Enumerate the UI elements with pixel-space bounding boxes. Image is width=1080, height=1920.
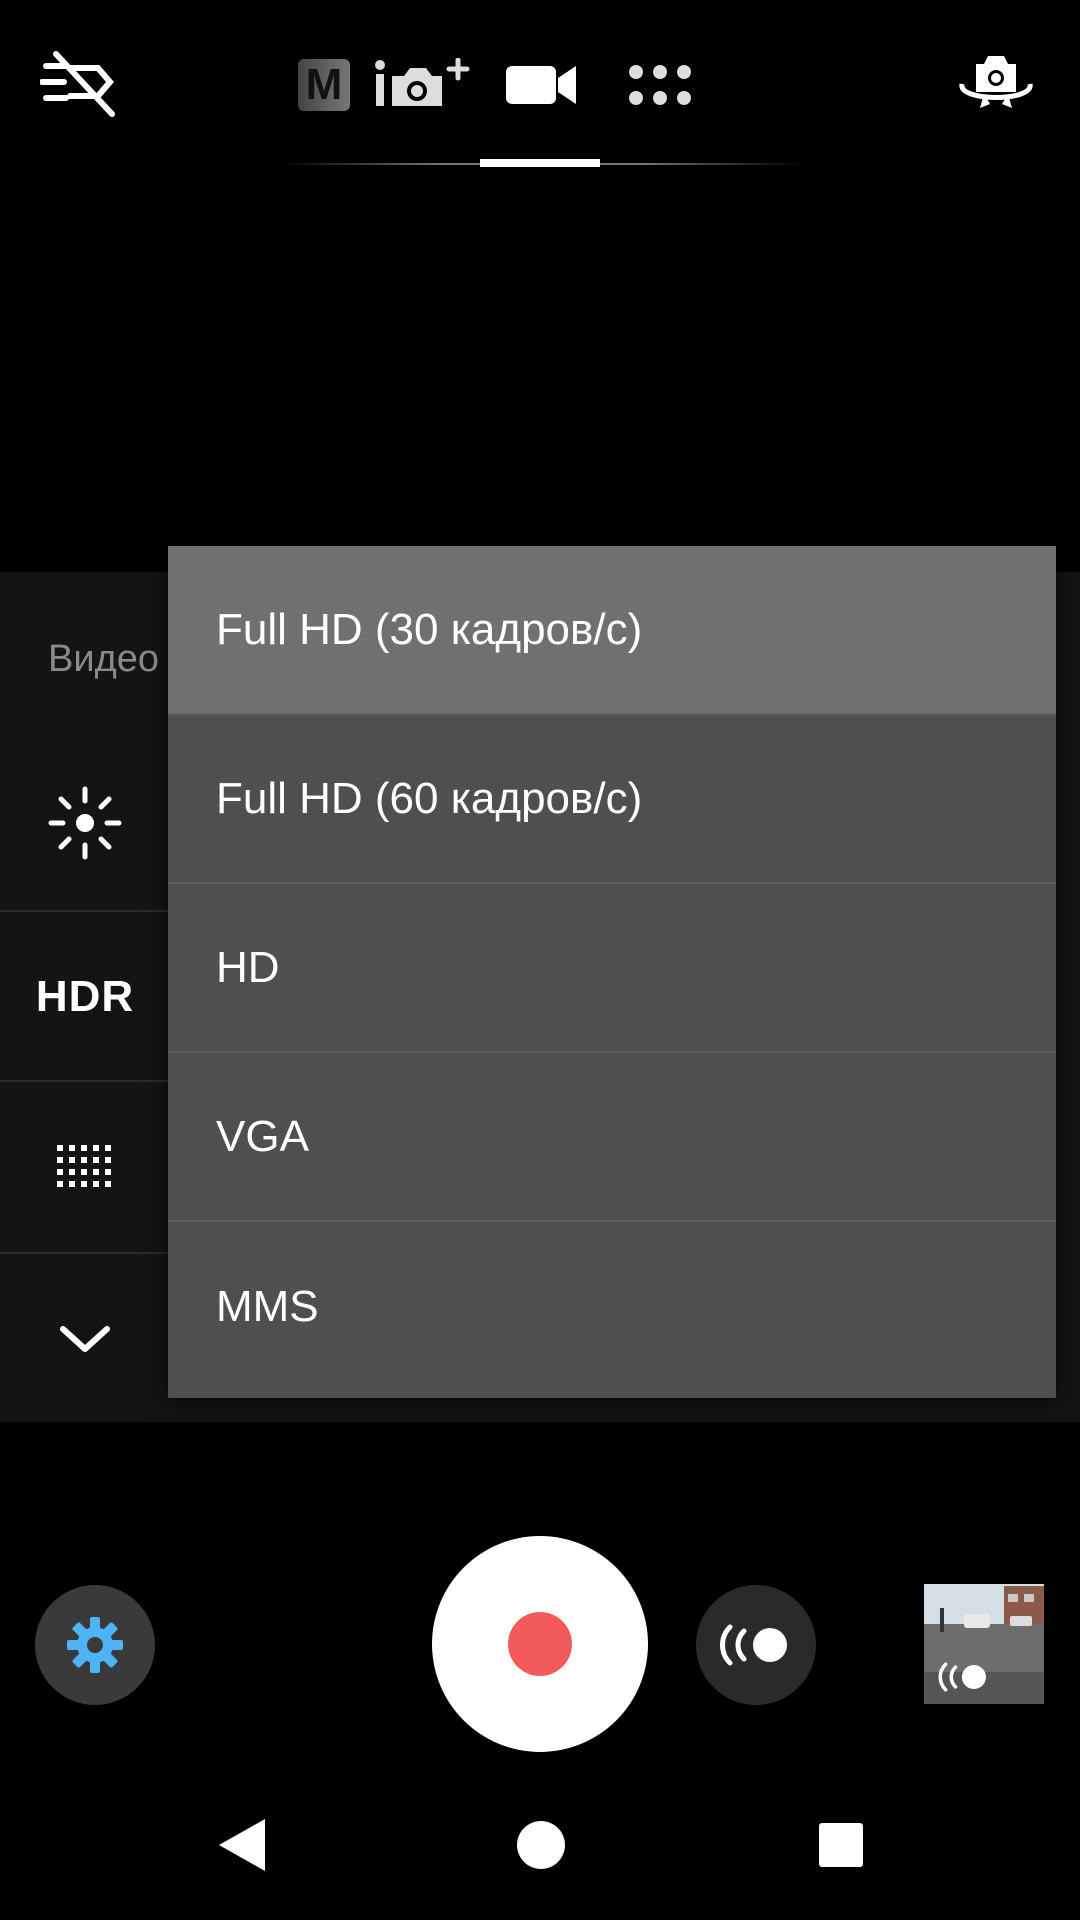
dropdown-item-fullhd-60[interactable]: Full HD (60 кадров/с) <box>168 715 1056 884</box>
dropdown-item-hd[interactable]: HD <box>168 884 1056 1053</box>
chevron-down-icon <box>60 1326 110 1352</box>
hdr-icon: HDR <box>35 972 135 1021</box>
dropdown-item-label: MMS <box>216 1281 319 1331</box>
flash-off-icon[interactable] <box>40 48 130 120</box>
hdr-setting[interactable]: HDR <box>0 912 170 1082</box>
manual-mode-label: M <box>305 60 343 109</box>
dropdown-item-label: HD <box>216 942 280 992</box>
settings-panel-title: Видео <box>48 638 160 680</box>
steadyshot-icon <box>720 1624 787 1666</box>
last-capture-thumbnail[interactable] <box>924 1584 1044 1704</box>
brightness-icon <box>48 786 122 860</box>
steadyshot-button[interactable] <box>696 1585 816 1705</box>
steadyshot-icon <box>938 1662 986 1692</box>
record-icon <box>508 1612 572 1676</box>
video-camera-icon[interactable] <box>504 60 580 110</box>
brightness-setting[interactable] <box>0 738 170 908</box>
back-icon[interactable] <box>206 1810 276 1880</box>
dropdown-item-label: VGA <box>216 1111 309 1161</box>
manual-mode-icon[interactable]: M <box>296 58 352 112</box>
navigation-bar <box>0 1780 1080 1920</box>
dropdown-item-label: Full HD (60 кадров/с) <box>216 773 643 823</box>
recents-icon[interactable] <box>806 1810 876 1880</box>
video-size-dropdown: Full HD (30 кадров/с) Full HD (60 кадров… <box>168 546 1056 1398</box>
dropdown-item-vga[interactable]: VGA <box>168 1053 1056 1222</box>
apps-grid-icon[interactable] <box>628 62 692 108</box>
settings-button[interactable] <box>35 1585 155 1705</box>
home-icon[interactable] <box>506 1810 576 1880</box>
dropdown-item-mms[interactable]: MMS <box>168 1222 1056 1391</box>
grid-setting[interactable] <box>0 1082 170 1252</box>
record-button[interactable] <box>432 1536 648 1752</box>
superior-auto-icon[interactable] <box>374 58 470 112</box>
camera-screen: M Видео HDR Full HD (30 кадров/с) Full H… <box>0 0 1080 1920</box>
dropdown-item-fullhd-30[interactable]: Full HD (30 кадров/с) <box>168 546 1056 715</box>
dropdown-item-label: Full HD (30 кадров/с) <box>216 604 643 654</box>
expand-settings-button[interactable] <box>0 1254 170 1424</box>
gear-icon <box>67 1617 123 1673</box>
active-mode-indicator <box>480 159 600 167</box>
switch-camera-icon[interactable] <box>954 50 1038 116</box>
grid-icon <box>57 1145 111 1187</box>
mode-bar: M <box>0 0 1080 170</box>
